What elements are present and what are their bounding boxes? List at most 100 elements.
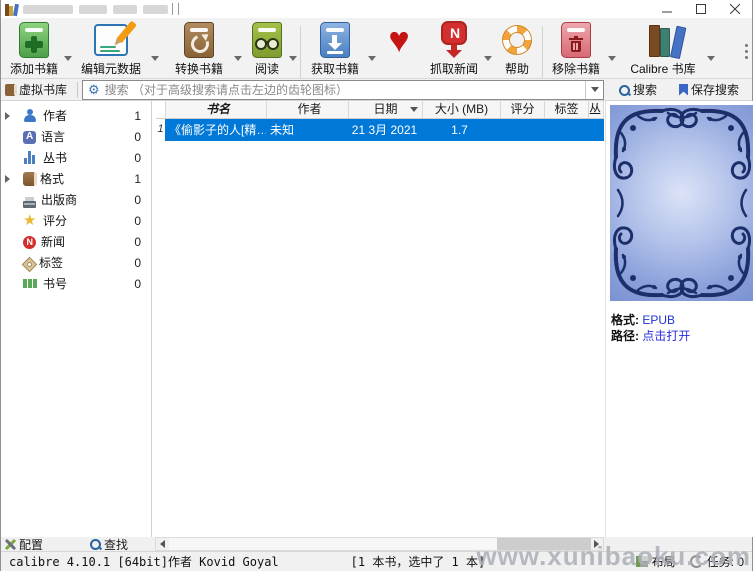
fetch-news-icon bbox=[425, 21, 483, 59]
help-button[interactable]: 帮助 bbox=[495, 21, 539, 77]
series-icon bbox=[23, 150, 38, 165]
book-cover[interactable] bbox=[610, 105, 753, 301]
column-header-author[interactable]: 作者 bbox=[267, 101, 349, 118]
cell-rating bbox=[498, 119, 541, 141]
column-header-tags[interactable]: 标签 bbox=[545, 101, 589, 118]
book-list-header: 书名 作者 日期 大小 (MB) 评分 标签 丛 bbox=[156, 101, 604, 119]
toolbar-separator bbox=[300, 26, 301, 78]
lifebuoy-icon bbox=[495, 21, 539, 59]
chevron-down-icon[interactable] bbox=[484, 56, 492, 61]
cell-date: 21 3月 2021 bbox=[348, 119, 421, 141]
chevron-down-icon[interactable] bbox=[64, 56, 72, 61]
chevron-down-icon[interactable] bbox=[151, 56, 159, 61]
table-row-selected[interactable]: 1 《偷影子的人[精… 未知 21 3月 2021 1.7 bbox=[156, 119, 604, 141]
book-list: 书名 作者 日期 大小 (MB) 评分 标签 丛 1 《偷影子的人[精… 未知 … bbox=[156, 101, 604, 537]
layout-icon bbox=[636, 556, 648, 567]
search-icon bbox=[618, 84, 630, 96]
column-header-size[interactable]: 大小 (MB) bbox=[423, 101, 501, 118]
status-bar: calibre 4.10.1 [64bit]作者 Kovid Goyal [1 … bbox=[1, 551, 752, 571]
path-line: 路径: 点击打开 bbox=[611, 327, 690, 344]
sidebar-item-series[interactable]: 丛书 0 bbox=[1, 147, 151, 168]
horizontal-scrollbar[interactable] bbox=[155, 537, 604, 551]
search-input[interactable] bbox=[103, 82, 585, 98]
cell-author: 未知 bbox=[266, 119, 348, 141]
author-icon bbox=[23, 108, 38, 123]
library-button[interactable]: Calibre 书库 bbox=[621, 21, 705, 77]
path-link[interactable]: 点击打开 bbox=[642, 329, 690, 343]
edit-metadata-button[interactable]: 编辑元数据 bbox=[75, 21, 147, 77]
format-link[interactable]: EPUB bbox=[642, 313, 675, 327]
expander-icon[interactable] bbox=[5, 112, 15, 120]
scroll-left-arrow[interactable] bbox=[156, 538, 169, 550]
column-header-date[interactable]: 日期 bbox=[349, 101, 423, 118]
cell-tags bbox=[541, 119, 584, 141]
jobs-button[interactable]: 任务: 0 bbox=[690, 553, 744, 570]
library-books-icon bbox=[621, 21, 705, 59]
configure-button[interactable]: 配置 bbox=[3, 537, 43, 551]
footer-strip: 配置 查找 bbox=[1, 537, 752, 551]
virtual-library-button[interactable]: 虚拟书库 bbox=[1, 80, 73, 99]
close-icon bbox=[730, 4, 740, 14]
chevron-down-icon[interactable] bbox=[289, 56, 297, 61]
tag-browser: 作者 1 语言 0 丛书 0 格式 1 bbox=[1, 101, 152, 537]
sidebar-item-languages[interactable]: 语言 0 bbox=[1, 126, 151, 147]
chevron-down-icon[interactable] bbox=[234, 56, 242, 61]
scrollbar-track[interactable] bbox=[169, 538, 590, 550]
chevron-down-icon[interactable] bbox=[707, 56, 715, 61]
format-icon bbox=[23, 172, 35, 186]
get-books-icon bbox=[305, 21, 365, 59]
remove-books-icon bbox=[547, 21, 605, 59]
search-button[interactable]: 搜索 bbox=[612, 80, 663, 99]
expander-icon[interactable] bbox=[5, 175, 15, 183]
get-books-button[interactable]: 获取书籍 bbox=[305, 21, 365, 77]
sidebar-item-news[interactable]: 新闻 0 bbox=[1, 231, 151, 252]
add-books-button[interactable]: 添加书籍 bbox=[5, 21, 63, 77]
convert-books-button[interactable]: 转换书籍 bbox=[167, 21, 231, 77]
save-search-button[interactable]: 保存搜索 bbox=[673, 80, 745, 99]
donate-button[interactable] bbox=[379, 21, 419, 59]
toolbar-separator bbox=[542, 26, 543, 78]
view-button[interactable]: 阅读 bbox=[245, 21, 289, 77]
chevron-down-icon[interactable] bbox=[608, 56, 616, 61]
search-icon bbox=[89, 538, 101, 550]
cell-size: 1.7 bbox=[421, 119, 498, 141]
remove-books-button[interactable]: 移除书籍 bbox=[547, 21, 605, 77]
cover-ornament bbox=[610, 105, 753, 301]
close-button[interactable] bbox=[718, 0, 752, 18]
sidebar-item-ratings[interactable]: 评分 0 bbox=[1, 210, 151, 231]
scroll-right-arrow[interactable] bbox=[590, 538, 603, 550]
column-header-rating[interactable]: 评分 bbox=[501, 101, 545, 118]
edit-metadata-icon bbox=[75, 21, 147, 59]
search-bar: 虚拟书库 搜索 保存搜索 bbox=[1, 79, 752, 101]
layout-button[interactable]: 布局 bbox=[636, 553, 676, 570]
gear-icon[interactable] bbox=[83, 83, 103, 96]
sidebar-item-formats[interactable]: 格式 1 bbox=[1, 168, 151, 189]
sidebar-item-tags[interactable]: 标签 0 bbox=[1, 252, 151, 273]
jobs-spinner-icon bbox=[690, 555, 703, 568]
tools-icon bbox=[3, 538, 16, 551]
app-icon bbox=[5, 3, 18, 16]
toolbar-overflow-icon[interactable] bbox=[745, 44, 748, 47]
row-number: 1 bbox=[156, 119, 165, 141]
minimize-button[interactable] bbox=[650, 0, 684, 18]
maximize-button[interactable] bbox=[684, 0, 718, 18]
virtual-library-label: 虚拟书库 bbox=[19, 81, 67, 98]
chevron-down-icon[interactable] bbox=[368, 56, 376, 61]
search-history-dropdown[interactable] bbox=[585, 81, 603, 99]
fetch-news-button[interactable]: 抓取新闻 bbox=[425, 21, 483, 77]
main-area: 作者 1 语言 0 丛书 0 格式 1 bbox=[1, 101, 752, 537]
star-icon bbox=[23, 213, 38, 228]
find-button[interactable]: 查找 bbox=[89, 537, 128, 551]
publisher-icon bbox=[23, 201, 36, 208]
format-line: 格式: EPUB bbox=[611, 311, 675, 328]
minimize-icon bbox=[662, 4, 672, 14]
column-header-series[interactable]: 丛 bbox=[589, 101, 604, 118]
sidebar-item-identifiers[interactable]: 书号 0 bbox=[1, 273, 151, 294]
column-header-title[interactable]: 书名 bbox=[166, 101, 267, 118]
news-icon bbox=[23, 236, 36, 249]
book-icon bbox=[5, 84, 15, 96]
main-toolbar: 添加书籍 编辑元数据 转换书籍 阅读 bbox=[1, 18, 752, 79]
scrollbar-thumb[interactable] bbox=[497, 538, 591, 550]
sidebar-item-authors[interactable]: 作者 1 bbox=[1, 105, 151, 126]
sidebar-item-publishers[interactable]: 出版商 0 bbox=[1, 189, 151, 210]
